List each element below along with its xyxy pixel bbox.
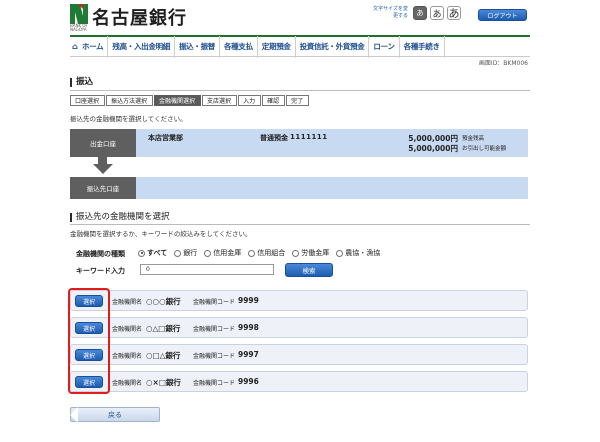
page-title: 振込	[70, 78, 93, 87]
nav-item-transfer[interactable]: 振込・振替	[175, 35, 220, 58]
result-row: 選択 金融機関名 ○○○銀行 金融機関コード 9999	[70, 290, 528, 311]
instruction-text: 振込先の金融機関を選択してください。	[70, 115, 187, 123]
result-row: 選択 金融機関名 ○□△銀行 金融機関コード 9997	[70, 344, 528, 365]
font-size-label: 文字サイズを変更する	[373, 6, 408, 19]
step-institution-current: 金融機関選択	[154, 95, 202, 106]
step-branch: 支店選択	[202, 95, 238, 106]
withdrawal-account-label: 出金口座	[70, 129, 136, 157]
step-input: 入力	[238, 95, 262, 106]
institution-name-label: 金融機関名	[112, 299, 143, 306]
step-method: 振込方法選択	[106, 95, 154, 106]
radio-unchecked-icon	[248, 249, 256, 257]
radio-bank[interactable]: 銀行	[174, 248, 197, 258]
home-icon: ⌂	[72, 41, 78, 51]
result-row: 選択 金融機関名 ○×□銀行 金融機関コード 9996	[70, 371, 528, 392]
main-nav: ⌂ ホーム 残高・入出金明細 振込・振替 各種支払 定期預金 投資信託・外貨預金…	[70, 35, 530, 58]
destination-account-panel	[136, 177, 528, 199]
institution-name: ○△□銀行	[146, 324, 181, 333]
section-divider	[70, 224, 530, 225]
bank-logo-subtext: BANK OF NAGOYA	[70, 23, 88, 32]
destination-account-label: 振込先口座	[70, 177, 136, 199]
nav-item-loan[interactable]: ローン	[369, 35, 400, 58]
nav-item-procedures[interactable]: 各種手続き	[400, 35, 445, 58]
institution-name: ○×□銀行	[146, 378, 181, 387]
institution-name: ○○○銀行	[146, 297, 181, 306]
arrow-down-head-icon	[93, 164, 113, 174]
available-amount: 5,000,000円	[408, 144, 458, 153]
account-balance-label: 預金残高	[462, 136, 485, 142]
result-row: 選択 金融機関名 ○△□銀行 金融機関コード 9998	[70, 317, 528, 338]
radio-checked-icon	[138, 249, 145, 257]
institution-code: 9999	[238, 296, 259, 305]
nav-item-investment[interactable]: 投資信託・外貨預金	[296, 35, 370, 58]
radio-labor-bank[interactable]: 労働金庫	[292, 248, 329, 258]
account-number: 1111111	[290, 133, 328, 141]
radio-shinkin[interactable]: 信用金庫	[204, 248, 241, 258]
radio-unchecked-icon	[336, 249, 344, 257]
institution-code: 9998	[238, 323, 259, 332]
bank-logo-icon	[70, 4, 88, 24]
search-button[interactable]: 検索	[285, 263, 333, 277]
nav-item-payments[interactable]: 各種支払	[220, 35, 258, 58]
radio-credit-union[interactable]: 信用組合	[248, 248, 285, 258]
keyword-label: キーワード入力	[76, 267, 125, 275]
institution-code: 9997	[238, 350, 259, 359]
step-complete: 完了	[286, 95, 310, 106]
radio-unchecked-icon	[174, 249, 182, 257]
selection-instruction: 金融機関を選択するか、キーワードの絞込みをしてください。	[70, 230, 252, 238]
institution-code-label: 金融機関コード	[193, 353, 236, 360]
institution-code: 9996	[238, 377, 259, 386]
institution-code-label: 金融機関コード	[193, 326, 236, 333]
font-size-small-button[interactable]: あ	[413, 6, 427, 20]
institution-code-label: 金融機関コード	[193, 380, 236, 387]
institution-name: ○□△銀行	[146, 351, 181, 360]
step-account: 口座選択	[70, 95, 106, 106]
screen-id: 画面ID：BKM006	[478, 60, 528, 67]
step-confirm: 確認	[262, 95, 286, 106]
nav-item-balance[interactable]: 残高・入出金明細	[108, 35, 175, 58]
institution-name-label: 金融機関名	[112, 326, 143, 333]
title-divider	[70, 90, 530, 91]
font-size-large-button[interactable]: あ	[447, 6, 461, 20]
institution-code-label: 金融機関コード	[193, 299, 236, 306]
back-button[interactable]: 戻る	[70, 407, 160, 423]
available-amount-label: お引出し可能金額	[462, 146, 507, 152]
institution-name-label: 金融機関名	[112, 353, 143, 360]
radio-unchecked-icon	[204, 249, 212, 257]
radio-all[interactable]: すべて	[138, 248, 167, 258]
account-type: 普通預金	[260, 134, 288, 142]
keyword-input[interactable]: 0	[140, 264, 274, 275]
font-size-medium-button[interactable]: あ	[430, 6, 444, 20]
nav-item-home-label: ホーム	[82, 42, 104, 51]
arrow-down-icon	[98, 157, 107, 164]
logout-button[interactable]: ログアウト	[478, 9, 527, 21]
step-indicator: 口座選択 振込方法選択 金融機関選択 支店選択 入力 確認 完了	[70, 95, 310, 106]
select-buttons-highlight	[68, 288, 110, 394]
radio-unchecked-icon	[292, 249, 300, 257]
bank-logo-text: 名古屋銀行	[92, 8, 187, 29]
section-title: 振込先の金融機関を選択	[70, 213, 170, 222]
institution-name-label: 金融機関名	[112, 380, 143, 387]
institution-type-radio-group: すべて 銀行 信用金庫 信用組合 労働金庫 農協・漁協	[138, 248, 387, 258]
radio-agri-fishery[interactable]: 農協・漁協	[336, 248, 380, 258]
nav-item-time-deposit[interactable]: 定期預金	[258, 35, 296, 58]
institution-type-label: 金融機関の種類	[76, 250, 125, 258]
nav-item-home[interactable]: ⌂ ホーム	[70, 35, 109, 58]
account-branch: 本店営業部	[148, 134, 183, 142]
